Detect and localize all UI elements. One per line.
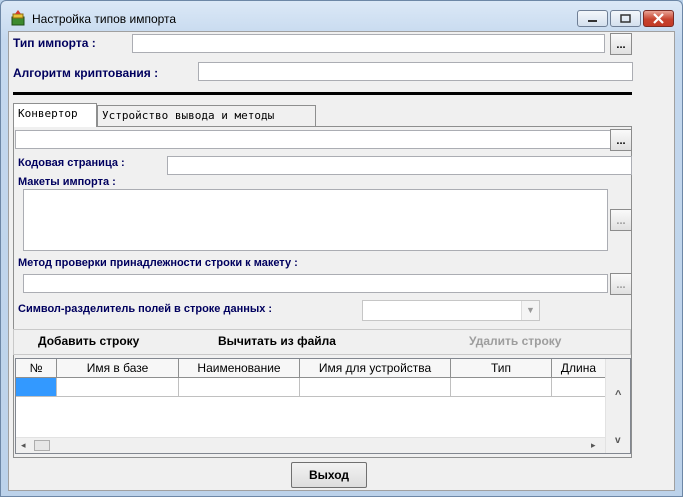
minimize-icon (588, 20, 597, 22)
scrollbar-thumb[interactable] (34, 440, 50, 451)
tab-output-device[interactable]: Устройство вывода и методы (97, 105, 316, 127)
fields-grid[interactable]: № Имя в базе Наименование Имя для устрой… (15, 358, 631, 454)
close-icon (653, 13, 664, 24)
separator-combobox[interactable]: ▼ (362, 300, 540, 321)
app-icon (11, 10, 25, 26)
converter-browse-button[interactable]: ... (610, 129, 632, 151)
scroll-down-icon[interactable]: v (615, 435, 621, 446)
crypto-field[interactable] (198, 62, 633, 81)
tab-converter[interactable]: Конвертор (13, 103, 97, 127)
grid-cell-title[interactable] (179, 378, 300, 397)
grid-header-type[interactable]: Тип (451, 359, 552, 378)
grid-cell-length[interactable] (552, 378, 606, 397)
scroll-left-icon[interactable]: ◂ (21, 440, 26, 451)
grid-header-db-name[interactable]: Имя в базе (57, 359, 179, 378)
grid-header-length[interactable]: Длина (552, 359, 606, 378)
import-type-field[interactable] (132, 34, 605, 53)
vertical-scrollbar[interactable]: ^ v (605, 359, 630, 453)
separator-char-label: Символ-разделитель полей в строке данных… (18, 303, 273, 315)
scroll-right-icon[interactable]: ▸ (591, 440, 596, 451)
converter-path-field[interactable] (15, 130, 611, 149)
codepage-label: Кодовая страница : (18, 157, 125, 169)
layouts-list[interactable] (23, 189, 608, 251)
grid-cell-type[interactable] (451, 378, 552, 397)
client-area: Тип импорта : ... Алгоритм криптования :… (8, 31, 675, 491)
grid-cell-db-name[interactable] (57, 378, 179, 397)
scroll-up-icon[interactable]: ^ (615, 389, 621, 401)
grid-cell-number[interactable] (16, 378, 57, 397)
grid-cell-device-name[interactable] (300, 378, 451, 397)
maximize-button[interactable] (610, 10, 641, 27)
method-browse-button[interactable]: ... (610, 273, 632, 295)
method-field[interactable] (23, 274, 608, 293)
import-types-window: Настройка типов импорта Тип импорта : ..… (0, 0, 683, 497)
layouts-label: Макеты импорта : (18, 176, 116, 188)
exit-button[interactable]: Выход (291, 462, 367, 488)
delete-row-button[interactable]: Удалить строку (469, 334, 561, 348)
horizontal-scrollbar[interactable]: ◂ ▸ (16, 437, 605, 453)
grid-header-number[interactable]: № (16, 359, 57, 378)
crypto-label: Алгоритм криптования : (13, 66, 159, 80)
window-title: Настройка типов импорта (32, 12, 177, 26)
codepage-field[interactable] (167, 156, 632, 175)
read-from-file-button[interactable]: Вычитать из файла (218, 334, 336, 348)
method-label: Метод проверки принадлежности строки к м… (18, 257, 298, 269)
minimize-button[interactable] (577, 10, 608, 27)
import-type-browse-button[interactable]: ... (610, 33, 632, 55)
chevron-down-icon[interactable]: ▼ (521, 301, 539, 320)
grid-toolbar: Добавить строку Вычитать из файла Удалит… (13, 329, 631, 355)
title-bar[interactable]: Настройка типов импорта (1, 1, 682, 31)
separator-line (13, 92, 632, 95)
close-button[interactable] (643, 10, 674, 27)
grid-header-title[interactable]: Наименование (179, 359, 300, 378)
maximize-icon (620, 14, 631, 23)
grid-header-device-name[interactable]: Имя для устройства (300, 359, 451, 378)
import-type-label: Тип импорта : (13, 36, 96, 50)
add-row-button[interactable]: Добавить строку (38, 334, 139, 348)
layouts-browse-button[interactable]: ... (610, 209, 632, 231)
